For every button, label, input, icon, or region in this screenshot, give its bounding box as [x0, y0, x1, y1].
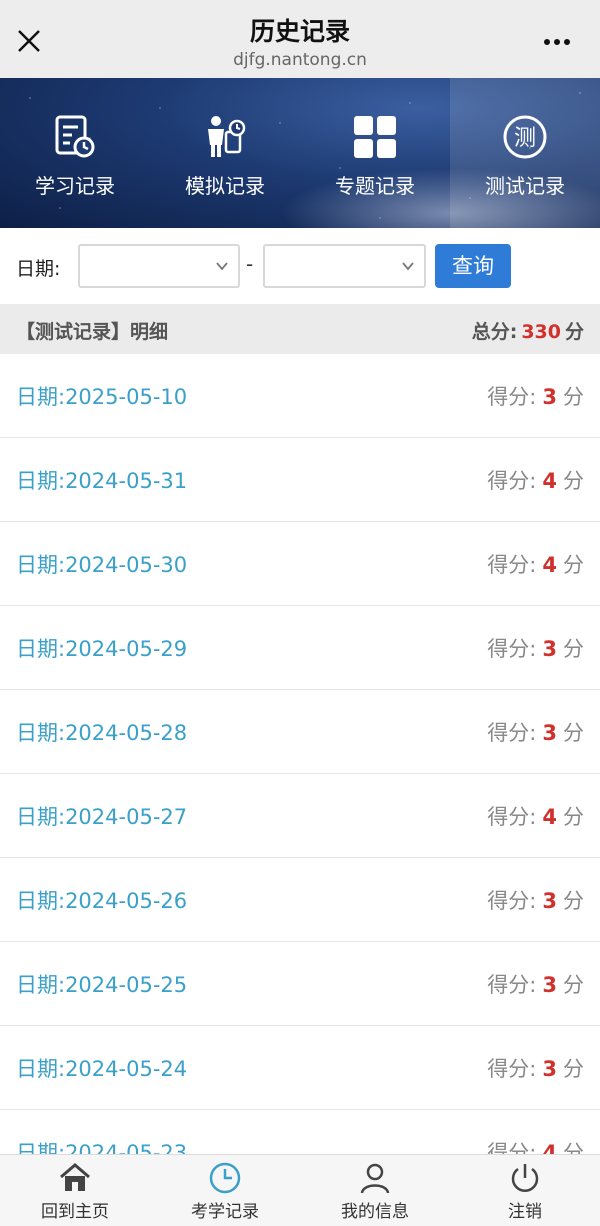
query-button[interactable]: 查询	[435, 244, 511, 288]
record-score-value: 3	[542, 637, 557, 661]
record-row[interactable]: 日期:2024-05-28 得分: 3 分	[0, 690, 600, 774]
record-date: 日期:2024-05-30	[16, 553, 188, 577]
total-score-unit: 分	[564, 321, 584, 343]
total-score: 总分: 330 分	[472, 317, 584, 344]
record-score-value: 3	[542, 721, 557, 745]
record-score-value: 3	[542, 385, 557, 409]
record-score: 得分: 3 分	[487, 973, 584, 997]
end-date-select[interactable]	[263, 244, 426, 288]
record-score: 得分: 4 分	[487, 553, 584, 577]
record-score: 得分: 3 分	[487, 889, 584, 913]
home-icon	[60, 1163, 90, 1191]
chevron-down-icon	[402, 262, 414, 271]
page-title: 历史记录	[249, 17, 350, 46]
record-date: 日期:2024-05-24	[16, 1057, 188, 1081]
record-row[interactable]: 日期:2024-05-24 得分: 3 分	[0, 1026, 600, 1110]
clock-icon	[209, 1162, 241, 1194]
record-row[interactable]: 日期:2024-05-25 得分: 3 分	[0, 942, 600, 1026]
record-type-nav: 学习记录 模拟记录 专题记录 测 测试记录	[0, 78, 600, 228]
record-score: 得分: 3 分	[487, 637, 584, 661]
record-score-value: 3	[542, 889, 557, 913]
start-date-select[interactable]	[78, 244, 240, 288]
top-bar: 历史记录 djfg.nantong.cn	[0, 0, 600, 78]
nav-test-record[interactable]: 测 测试记录	[450, 78, 600, 228]
record-score: 得分: 4 分	[487, 469, 584, 493]
record-score-value: 4	[542, 1141, 557, 1154]
nav-mock-record[interactable]: 模拟记录	[150, 78, 300, 228]
svg-text:测: 测	[514, 126, 536, 151]
total-score-label: 总分:	[471, 321, 518, 343]
record-date: 日期:2024-05-27	[16, 805, 188, 829]
summary-title: 【测试记录】明细	[16, 321, 169, 343]
nav-topic-record[interactable]: 专题记录	[300, 78, 450, 228]
record-date: 日期:2024-05-26	[16, 889, 188, 913]
record-date: 日期:2025-05-10	[16, 385, 188, 409]
record-score-value: 3	[542, 973, 557, 997]
power-icon	[511, 1164, 539, 1192]
record-date: 日期:2024-05-25	[16, 973, 188, 997]
record-score: 得分: 4 分	[487, 1137, 584, 1154]
nav-study-record[interactable]: 学习记录	[0, 78, 150, 228]
record-score-value: 4	[542, 469, 557, 493]
record-date: 日期:2024-05-31	[16, 469, 188, 493]
nav-study-record-label: 学习记录	[35, 174, 115, 198]
tab-home[interactable]: 回到主页	[0, 1155, 150, 1226]
record-date: 日期:2024-05-28	[16, 721, 188, 745]
nav-mock-record-label: 模拟记录	[185, 174, 265, 198]
record-score-value: 4	[542, 553, 557, 577]
date-filter-bar: 日期: - 查询	[0, 228, 600, 304]
tab-my-info[interactable]: 我的信息	[300, 1155, 450, 1226]
record-row[interactable]: 日期:2024-05-29 得分: 3 分	[0, 606, 600, 690]
record-row[interactable]: 日期:2024-05-31 得分: 4 分	[0, 438, 600, 522]
record-score-value: 3	[542, 1057, 557, 1081]
tab-logout-label: 注销	[508, 1202, 542, 1222]
record-score: 得分: 3 分	[487, 1057, 584, 1081]
study-record-icon	[55, 115, 95, 158]
record-date: 日期:2024-05-29	[16, 637, 188, 661]
page-domain: djfg.nantong.cn	[233, 50, 367, 70]
total-score-value: 330	[521, 321, 561, 343]
test-record-icon: 测	[503, 115, 547, 159]
bottom-tab-bar: 回到主页 考学记录 我的信息 注销	[0, 1154, 600, 1226]
date-filter-label: 日期:	[16, 258, 61, 280]
mock-record-icon	[208, 116, 246, 157]
record-list: 日期:2025-05-10 得分: 3 分 日期:2024-05-31 得分: 4 分 …	[0, 354, 600, 1154]
nav-test-record-label: 测试记录	[485, 174, 565, 198]
date-range-separator: -	[246, 252, 254, 276]
topic-grid-icon	[354, 116, 396, 158]
record-score-value: 4	[542, 805, 557, 829]
record-score: 得分: 4 分	[487, 805, 584, 829]
tab-exam-record[interactable]: 考学记录	[150, 1155, 300, 1226]
record-score: 得分: 3 分	[487, 721, 584, 745]
record-row[interactable]: 日期:2024-05-23 得分: 4 分	[0, 1110, 600, 1154]
record-row[interactable]: 日期:2025-05-10 得分: 3 分	[0, 354, 600, 438]
tab-logout[interactable]: 注销	[450, 1155, 600, 1226]
record-row[interactable]: 日期:2024-05-26 得分: 3 分	[0, 858, 600, 942]
record-row[interactable]: 日期:2024-05-30 得分: 4 分	[0, 522, 600, 606]
record-date: 日期:2024-05-23	[16, 1141, 188, 1154]
record-score: 得分: 3 分	[487, 385, 584, 409]
summary-bar: 【测试记录】明细 总分: 330 分	[0, 304, 600, 354]
tab-my-info-label: 我的信息	[341, 1202, 409, 1222]
nav-topic-record-label: 专题记录	[335, 174, 415, 198]
tab-home-label: 回到主页	[41, 1202, 109, 1222]
tab-exam-record-label: 考学记录	[191, 1202, 259, 1222]
chevron-down-icon	[216, 262, 228, 271]
record-row[interactable]: 日期:2024-05-27 得分: 4 分	[0, 774, 600, 858]
user-icon	[360, 1163, 390, 1194]
more-menu-icon[interactable]	[542, 30, 576, 50]
